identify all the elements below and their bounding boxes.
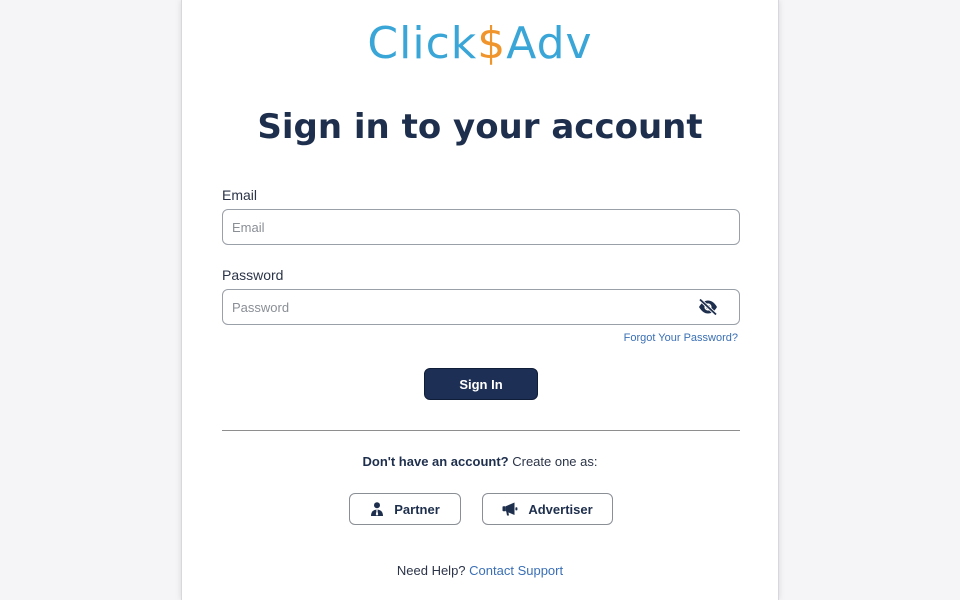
page-title: Sign in to your account [257,107,703,147]
email-field[interactable] [223,210,739,244]
forgot-password-link[interactable]: Forgot Your Password? [624,332,738,344]
signup-create-text: Create one as: [508,454,598,469]
email-label: Email [222,187,258,203]
password-label: Password [222,267,284,283]
help-prefix: Need Help? [396,563,470,578]
divider [222,430,740,431]
megaphone-icon [502,502,518,516]
partner-button-label: Partner [394,501,440,517]
help-text: Need Help? Contact Support [182,563,778,578]
sign-in-button[interactable]: Sign In [424,368,538,400]
user-tie-icon [370,502,384,516]
signup-prompt: Don't have an account? Create one as: [182,454,778,469]
contact-support-link[interactable]: Contact Support [469,563,563,578]
signup-question: Don't have an account? [362,454,509,469]
advertiser-button-label: Advertiser [528,501,593,517]
logo-text-adv: Adv [506,18,593,69]
brand-logo: Click$Adv [182,18,778,70]
password-field-wrapper [222,289,740,325]
advertiser-button[interactable]: Advertiser [482,493,613,525]
logo-text-click: Click [367,18,478,69]
eye-slash-icon[interactable] [697,298,719,316]
password-field[interactable] [223,290,739,324]
partner-button[interactable]: Partner [349,493,461,525]
email-field-wrapper [222,209,740,245]
login-card: Click$Adv Sign in to your account Email … [181,0,779,600]
logo-dollar: $ [477,18,507,69]
